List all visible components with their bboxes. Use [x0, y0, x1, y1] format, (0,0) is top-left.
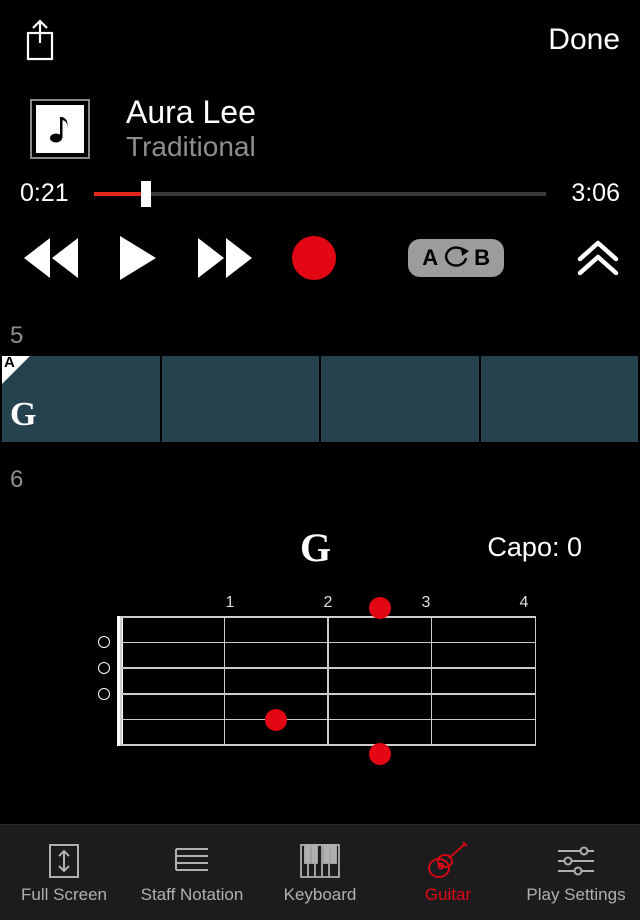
- current-time: 0:21: [20, 179, 80, 208]
- fretboard: 0 1 2 3 4: [120, 594, 536, 746]
- progress-bar[interactable]: [94, 192, 546, 196]
- fret-num: 1: [224, 594, 236, 612]
- song-info: Aura Lee Traditional: [0, 80, 640, 169]
- section-label: A: [4, 354, 15, 371]
- tab-label: Keyboard: [284, 885, 357, 905]
- open-string-marker: [98, 662, 110, 674]
- collapse-button[interactable]: [576, 239, 620, 277]
- forward-button[interactable]: [194, 238, 256, 278]
- album-art[interactable]: [30, 99, 90, 159]
- loop-icon: [442, 246, 470, 270]
- chord-diagram: G Capo: 0 0 1 2 3 4: [0, 524, 640, 774]
- fret-num: 2: [322, 594, 334, 612]
- bar-cell[interactable]: [321, 356, 479, 442]
- open-string-marker: [98, 636, 110, 648]
- guitar-icon: [427, 841, 469, 881]
- bar-row[interactable]: A G: [0, 356, 640, 442]
- tab-guitar[interactable]: Guitar: [384, 825, 512, 920]
- song-artist: Traditional: [126, 131, 256, 163]
- play-button[interactable]: [118, 236, 158, 280]
- tab-label: Play Settings: [526, 885, 625, 905]
- sliders-icon: [556, 841, 596, 881]
- finger-dot: [369, 743, 391, 765]
- tab-label: Guitar: [425, 885, 471, 905]
- tab-keyboard[interactable]: Keyboard: [256, 825, 384, 920]
- share-icon[interactable]: [20, 15, 60, 65]
- tab-staff[interactable]: Staff Notation: [128, 825, 256, 920]
- bar-number-6: 6: [0, 466, 640, 494]
- record-icon: [292, 236, 336, 280]
- bar-number-5: 5: [0, 322, 640, 350]
- chord-name: G: [300, 524, 331, 571]
- ab-a-label: A: [422, 245, 438, 271]
- capo-label: Capo: 0: [487, 532, 582, 563]
- music-note-icon: [36, 105, 84, 153]
- tab-bar: Full Screen Staff Notation: [0, 824, 640, 920]
- staff-notation-icon: [174, 841, 210, 881]
- record-button[interactable]: [292, 236, 336, 280]
- bar-cell[interactable]: [162, 356, 320, 442]
- done-button[interactable]: Done: [548, 23, 620, 57]
- fullscreen-icon: [48, 841, 80, 881]
- progress-fill: [94, 192, 146, 196]
- song-title: Aura Lee: [126, 94, 256, 131]
- total-time: 3:06: [560, 179, 620, 208]
- fret-numbers: 0 1 2 3 4: [120, 594, 536, 612]
- ab-b-label: B: [474, 245, 490, 271]
- bar-chord-label: G: [10, 396, 36, 434]
- tab-fullscreen[interactable]: Full Screen: [0, 825, 128, 920]
- progress-thumb[interactable]: [141, 181, 151, 207]
- keyboard-icon: [300, 841, 340, 881]
- finger-dot: [265, 709, 287, 731]
- bar-cell[interactable]: [481, 356, 639, 442]
- rewind-button[interactable]: [20, 238, 82, 278]
- tab-label: Full Screen: [21, 885, 107, 905]
- fret-num: 4: [518, 594, 530, 612]
- open-string-marker: [98, 688, 110, 700]
- tab-play-settings[interactable]: Play Settings: [512, 825, 640, 920]
- finger-dot: [369, 597, 391, 619]
- fret-num: 3: [420, 594, 432, 612]
- bar-cell[interactable]: A G: [2, 356, 160, 442]
- tab-label: Staff Notation: [141, 885, 244, 905]
- ab-loop-button[interactable]: A B: [408, 239, 504, 277]
